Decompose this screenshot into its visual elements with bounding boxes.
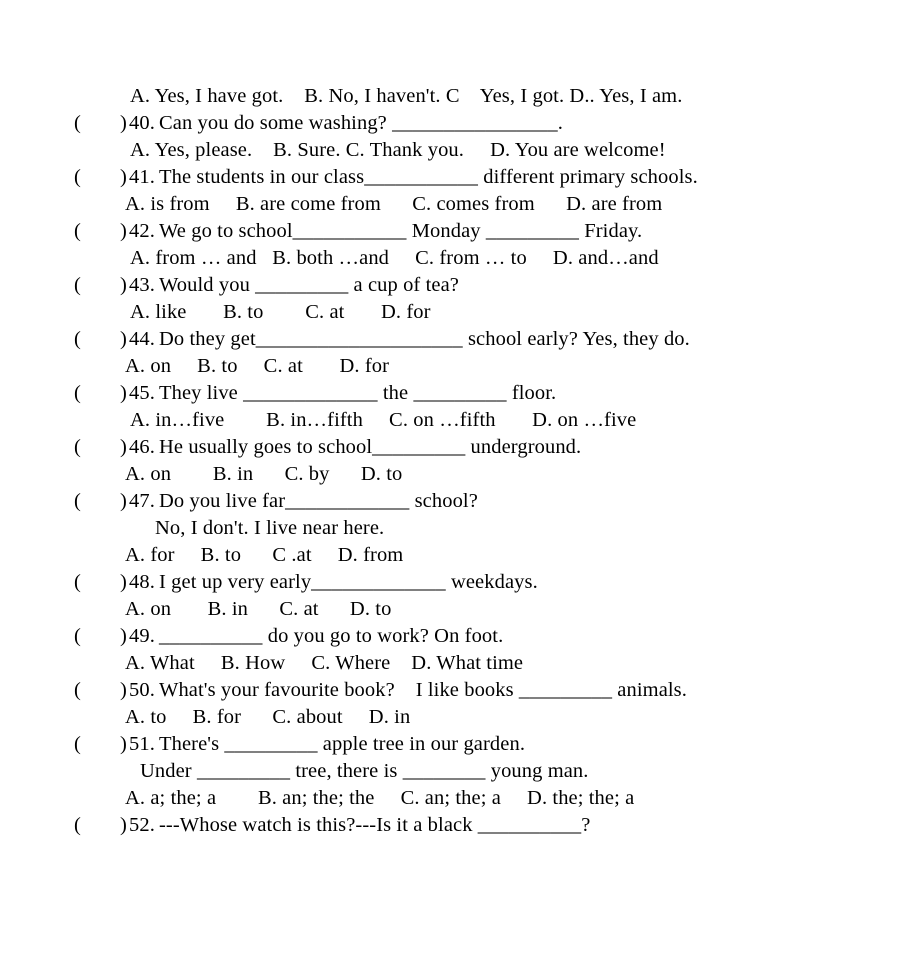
- question-number: 50.: [129, 679, 155, 701]
- option-text: A. Yes, please. B. Sure. C. Thank you. D…: [130, 139, 666, 161]
- answer-bracket-close[interactable]: ): [120, 218, 127, 245]
- question-number: 44.: [129, 328, 155, 350]
- option-line: Under _________ tree, there is ________ …: [0, 758, 920, 785]
- question-line: () 48. I get up very early_____________ we…: [0, 569, 920, 596]
- option-text: A. like B. to C. at D. for: [130, 301, 431, 323]
- answer-bracket-close[interactable]: ): [120, 272, 127, 299]
- worksheet-body: A. Yes, I have got. B. No, I haven't. C …: [0, 83, 920, 839]
- option-text: No, I don't. I live near here.: [155, 517, 385, 539]
- question-line: () 40. Can you do some washing? __________…: [0, 110, 920, 137]
- answer-bracket-close[interactable]: ): [120, 488, 127, 515]
- option-text: A. on B. in C. at D. to: [125, 598, 392, 620]
- question-number: 46.: [129, 436, 155, 458]
- question-text: They live _____________ the _________ fl…: [159, 382, 557, 404]
- answer-bracket-close[interactable]: ): [120, 110, 127, 137]
- question-number: 45.: [129, 382, 155, 404]
- answer-bracket-close[interactable]: ): [120, 164, 127, 191]
- question-text: Do you live far____________ school?: [159, 490, 478, 512]
- option-line: A. in…five B. in…fifth C. on …fifth D. o…: [0, 407, 920, 434]
- question-text: What's your favourite book? I like books…: [159, 679, 687, 701]
- question-line: () 45. They live _____________ the _______…: [0, 380, 920, 407]
- question-line: () 43. Would you _________ a cup of tea?: [0, 272, 920, 299]
- option-text: A. in…five B. in…fifth C. on …fifth D. o…: [130, 409, 637, 431]
- question-text: I get up very early_____________ weekday…: [159, 571, 538, 593]
- answer-bracket-open[interactable]: (: [74, 434, 81, 461]
- answer-bracket-close[interactable]: ): [120, 434, 127, 461]
- question-line: () 41. The students in our class__________…: [0, 164, 920, 191]
- answer-bracket-close[interactable]: ): [120, 677, 127, 704]
- document-page: A. Yes, I have got. B. No, I haven't. C …: [0, 0, 920, 957]
- question-text: __________ do you go to work? On foot.: [159, 625, 504, 647]
- option-text: A. Yes, I have got. B. No, I haven't. C …: [130, 85, 683, 107]
- option-text: A. on B. to C. at D. for: [125, 355, 390, 377]
- question-text: ---Whose watch is this?---Is it a black …: [159, 814, 591, 836]
- question-line: () 50. What's your favourite book? I like …: [0, 677, 920, 704]
- question-text: The students in our class___________ dif…: [159, 166, 698, 188]
- question-number: 47.: [129, 490, 155, 512]
- answer-bracket-open[interactable]: (: [74, 326, 81, 353]
- question-number: 49.: [129, 625, 155, 647]
- option-text: A. for B. to C .at D. from: [125, 544, 404, 566]
- answer-bracket-open[interactable]: (: [74, 380, 81, 407]
- question-number: 51.: [129, 733, 155, 755]
- question-number: 41.: [129, 166, 155, 188]
- answer-bracket-open[interactable]: (: [74, 164, 81, 191]
- option-line: A. Yes, please. B. Sure. C. Thank you. D…: [0, 137, 920, 164]
- answer-bracket-open[interactable]: (: [74, 488, 81, 515]
- option-text: A. What B. How C. Where D. What time: [125, 652, 524, 674]
- question-text: There's _________ apple tree in our gard…: [159, 733, 526, 755]
- question-number: 42.: [129, 220, 155, 242]
- answer-bracket-open[interactable]: (: [74, 110, 81, 137]
- answer-bracket-close[interactable]: ): [120, 380, 127, 407]
- option-line: A. like B. to C. at D. for: [0, 299, 920, 326]
- answer-bracket-close[interactable]: ): [120, 326, 127, 353]
- option-line: A. on B. in C. at D. to: [0, 596, 920, 623]
- option-line: A. for B. to C .at D. from: [0, 542, 920, 569]
- question-line: () 42. We go to school___________ Monday _…: [0, 218, 920, 245]
- option-text: A. from … and B. both …and C. from … to …: [130, 247, 659, 269]
- question-line: () 47. Do you live far____________ school?: [0, 488, 920, 515]
- question-line: () 52. ---Whose watch is this?---Is it a b…: [0, 812, 920, 839]
- option-line: A. to B. for C. about D. in: [0, 704, 920, 731]
- question-line: () 44. Do they get____________________ sch…: [0, 326, 920, 353]
- question-line: () 46. He usually goes to school_________ …: [0, 434, 920, 461]
- option-line: A. a; the; a B. an; the; the C. an; the;…: [0, 785, 920, 812]
- option-line: A. from … and B. both …and C. from … to …: [0, 245, 920, 272]
- question-number: 43.: [129, 274, 155, 296]
- question-text: We go to school___________ Monday ______…: [159, 220, 643, 242]
- option-text: Under _________ tree, there is ________ …: [140, 760, 589, 782]
- option-text: A. a; the; a B. an; the; the C. an; the;…: [125, 787, 635, 809]
- answer-bracket-close[interactable]: ): [120, 731, 127, 758]
- answer-bracket-close[interactable]: ): [120, 569, 127, 596]
- option-line: A. is from B. are come from C. comes fro…: [0, 191, 920, 218]
- question-number: 48.: [129, 571, 155, 593]
- question-text: Would you _________ a cup of tea?: [159, 274, 459, 296]
- option-line: A. on B. to C. at D. for: [0, 353, 920, 380]
- option-line: A. on B. in C. by D. to: [0, 461, 920, 488]
- option-line: No, I don't. I live near here.: [0, 515, 920, 542]
- answer-bracket-open[interactable]: (: [74, 569, 81, 596]
- option-line: A. Yes, I have got. B. No, I haven't. C …: [0, 83, 920, 110]
- question-number: 52.: [129, 814, 155, 836]
- answer-bracket-open[interactable]: (: [74, 812, 81, 839]
- question-text: He usually goes to school_________ under…: [159, 436, 582, 458]
- answer-bracket-open[interactable]: (: [74, 272, 81, 299]
- question-line: () 49. __________ do you go to work? On fo…: [0, 623, 920, 650]
- question-number: 40.: [129, 112, 155, 134]
- option-text: A. is from B. are come from C. comes fro…: [125, 193, 663, 215]
- option-line: A. What B. How C. Where D. What time: [0, 650, 920, 677]
- answer-bracket-close[interactable]: ): [120, 812, 127, 839]
- option-text: A. on B. in C. by D. to: [125, 463, 403, 485]
- answer-bracket-open[interactable]: (: [74, 677, 81, 704]
- option-text: A. to B. for C. about D. in: [125, 706, 411, 728]
- question-text: Do they get____________________ school e…: [159, 328, 690, 350]
- question-line: () 51. There's _________ apple tree in our…: [0, 731, 920, 758]
- answer-bracket-open[interactable]: (: [74, 731, 81, 758]
- question-text: Can you do some washing? _______________…: [159, 112, 563, 134]
- answer-bracket-open[interactable]: (: [74, 623, 81, 650]
- answer-bracket-open[interactable]: (: [74, 218, 81, 245]
- answer-bracket-close[interactable]: ): [120, 623, 127, 650]
